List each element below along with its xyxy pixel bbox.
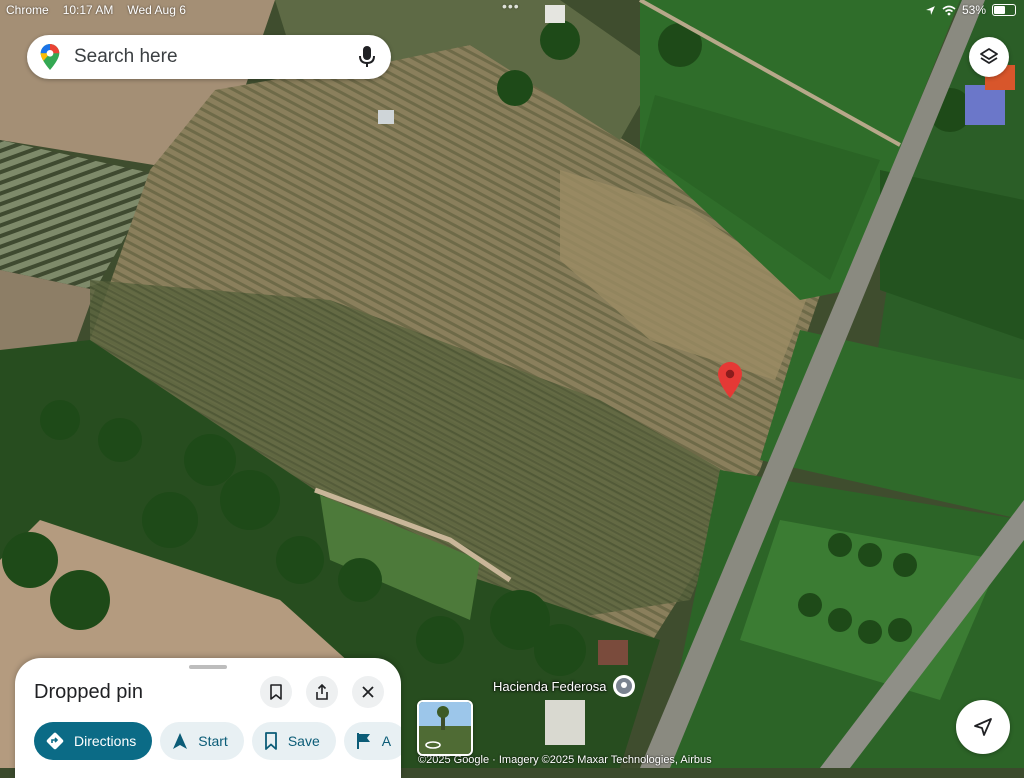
status-time: 10:17 AM xyxy=(62,3,114,17)
close-button[interactable] xyxy=(352,676,384,708)
wifi-icon xyxy=(942,5,956,15)
save-icon-button[interactable] xyxy=(260,676,292,708)
bookmark-icon xyxy=(270,684,282,700)
action-chips: Directions Start Save A xyxy=(34,722,401,760)
search-input[interactable] xyxy=(72,45,336,69)
my-location-button[interactable] xyxy=(956,700,1010,754)
save-label: Save xyxy=(287,733,320,749)
directions-label: Directions xyxy=(74,733,137,749)
multitasking-dots-icon[interactable]: ••• xyxy=(502,0,520,14)
navigation-arrow-icon xyxy=(173,733,188,749)
layers-button[interactable] xyxy=(969,37,1009,77)
sheet-title: Dropped pin xyxy=(34,681,143,703)
street-view-thumbnail[interactable] xyxy=(417,700,473,756)
google-maps-logo-icon xyxy=(40,44,60,70)
start-button[interactable]: Start xyxy=(160,722,244,760)
street-view-photo xyxy=(419,702,471,754)
status-bar: Chrome 10:17 AM Wed Aug 6 ••• 53% xyxy=(0,0,1024,20)
battery-percent: 53% xyxy=(961,3,986,17)
microphone-icon[interactable] xyxy=(357,45,377,69)
search-bar[interactable] xyxy=(27,35,391,79)
label-chip-label: A xyxy=(381,733,392,749)
directions-icon xyxy=(46,732,64,750)
place-label[interactable]: Hacienda Federosa xyxy=(493,679,606,694)
directions-button[interactable]: Directions xyxy=(34,722,153,760)
close-icon xyxy=(362,686,374,698)
save-button[interactable]: Save xyxy=(251,722,336,760)
share-icon xyxy=(316,684,328,700)
layers-icon xyxy=(980,48,998,64)
share-button[interactable] xyxy=(306,676,338,708)
bookmark-icon xyxy=(264,732,277,750)
place-marker-icon[interactable] xyxy=(612,674,636,698)
satellite-map[interactable] xyxy=(0,0,1024,768)
location-arrow-icon xyxy=(926,5,935,15)
navigation-arrow-icon xyxy=(974,718,992,736)
label-button[interactable]: A xyxy=(343,722,401,760)
place-bottom-sheet[interactable]: Dropped pin Directions Start Save A xyxy=(15,658,401,778)
drag-handle[interactable] xyxy=(189,665,227,669)
back-to-app-label[interactable]: Chrome xyxy=(6,3,49,17)
flag-icon xyxy=(356,733,370,749)
dropped-pin-marker[interactable] xyxy=(718,362,742,398)
battery-icon xyxy=(992,4,1016,16)
start-label: Start xyxy=(198,733,228,749)
status-date: Wed Aug 6 xyxy=(127,3,186,17)
